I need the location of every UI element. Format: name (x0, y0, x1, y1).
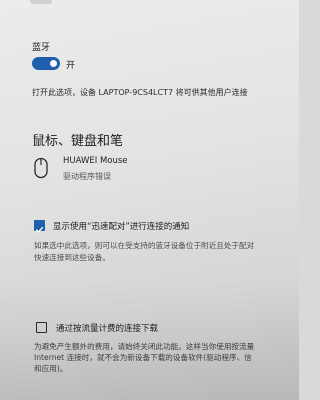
swift-pair-description-line: 快速连接到这些设备。 (34, 253, 110, 262)
bluetooth-toggle-state: 开 (66, 61, 76, 71)
checkmark-icon (35, 226, 44, 233)
mouse-icon (34, 157, 48, 179)
swift-pair-description: 如果选中此选项，则可以在受支持的蓝牙设备位于附近且处于配对 快速连接到这些设备。 (34, 240, 299, 264)
plus-icon: + (34, 0, 47, 2)
device-status: 驱动程序错误 (63, 172, 111, 181)
add-device-button[interactable]: + (30, 0, 52, 4)
swift-pair-checkbox[interactable] (34, 220, 45, 233)
device-name: HUAWEI Mouse (63, 156, 128, 166)
metered-download-checkbox[interactable] (36, 322, 47, 333)
mouse-keyboard-pen-heading: 鼠标、键盘和笔 (32, 134, 124, 149)
bluetooth-label: 蓝牙 (32, 43, 51, 53)
swift-pair-label: 显示使用“迅速配对”进行连接的通知 (53, 222, 190, 232)
metered-download-label: 通过按流量计费的连接下载 (56, 324, 159, 334)
metered-description-line: Internet 连接时，就不会为新设备下载的设备软件(驱动程序、信 (34, 353, 252, 362)
metered-download-description: 为避免产生额外的费用，请始终关闭此功能。这样当你使用按流量 Internet 连… (34, 341, 299, 374)
bluetooth-settings-page: + 蓝牙 开 打开此选项，设备 LAPTOP-9CS4LCT7 将可供其他用户连… (0, 0, 299, 400)
metered-description-line: 和应用)。 (34, 364, 68, 373)
bluetooth-toggle[interactable] (32, 57, 60, 70)
swift-pair-description-line: 如果选中此选项，则可以在受支持的蓝牙设备位于附近且处于配对 (34, 241, 255, 250)
metered-description-line: 为避免产生额外的费用，请始终关闭此功能。这样当你使用按流量 (34, 342, 255, 351)
discoverable-info-text: 打开此选项，设备 LAPTOP-9CS4LCT7 将可供其他用户连接 (32, 88, 248, 97)
toggle-knob (50, 60, 57, 67)
